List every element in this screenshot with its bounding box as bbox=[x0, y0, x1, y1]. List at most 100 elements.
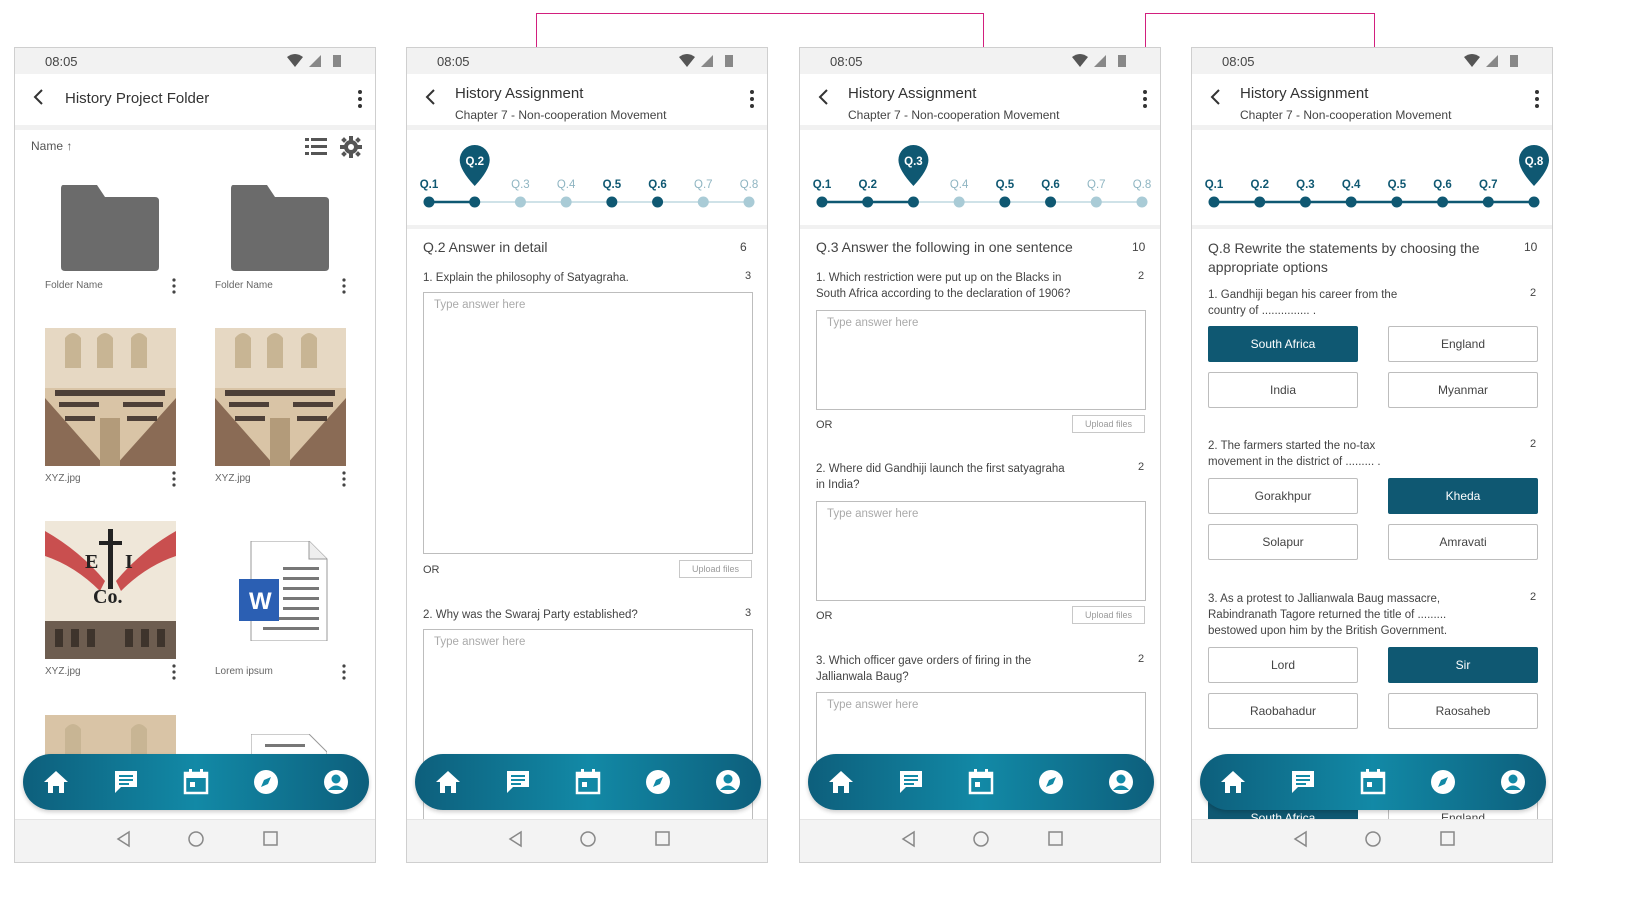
option-button[interactable]: Myanmar bbox=[1388, 372, 1538, 408]
stepper-label[interactable]: Q.7 bbox=[694, 179, 713, 191]
stepper-label[interactable]: Q.4 bbox=[950, 179, 969, 191]
option-button-selected[interactable]: South Africa bbox=[1208, 326, 1358, 362]
image-thumbnail[interactable] bbox=[215, 328, 346, 466]
option-button-selected[interactable]: Sir bbox=[1388, 647, 1538, 683]
item-more-icon[interactable] bbox=[172, 278, 176, 294]
stepper-dot[interactable] bbox=[514, 196, 526, 208]
stepper-dot[interactable] bbox=[1528, 196, 1540, 208]
stepper-dot[interactable] bbox=[999, 196, 1011, 208]
stepper-dot[interactable] bbox=[1437, 196, 1449, 208]
more-options-icon[interactable] bbox=[749, 89, 755, 109]
option-button[interactable]: Lord bbox=[1208, 647, 1358, 683]
back-arrow-icon[interactable] bbox=[814, 87, 834, 107]
stepper-dot[interactable] bbox=[1045, 196, 1057, 208]
home-icon[interactable] bbox=[42, 768, 70, 796]
stepper-label[interactable]: Q.7 bbox=[1479, 179, 1498, 191]
more-options-icon[interactable] bbox=[1534, 89, 1540, 109]
option-button[interactable]: Gorakhpur bbox=[1208, 478, 1358, 514]
stepper-dot[interactable] bbox=[1090, 196, 1102, 208]
stepper-label[interactable]: Q.2 bbox=[1250, 179, 1269, 191]
stepper-dot[interactable] bbox=[953, 196, 965, 208]
answer-input[interactable]: Type answer here bbox=[816, 310, 1146, 410]
option-button[interactable]: Amravati bbox=[1388, 524, 1538, 560]
stepper-label[interactable]: Q.1 bbox=[420, 179, 439, 191]
stepper-dot[interactable] bbox=[1391, 196, 1403, 208]
option-button[interactable]: Raobahadur bbox=[1208, 693, 1358, 729]
answer-input[interactable]: Type answer here bbox=[816, 501, 1146, 601]
image-thumbnail[interactable] bbox=[45, 328, 176, 466]
stepper-label[interactable]: Q.3 bbox=[511, 179, 530, 191]
stepper-dot[interactable] bbox=[652, 196, 664, 208]
nav-recents-icon[interactable] bbox=[1047, 830, 1063, 848]
nav-home-icon[interactable] bbox=[972, 830, 990, 848]
upload-files-button[interactable]: Upload files bbox=[1072, 606, 1145, 624]
stepper-dot[interactable] bbox=[1299, 196, 1311, 208]
item-more-icon[interactable] bbox=[342, 471, 346, 487]
compass-icon[interactable] bbox=[252, 768, 280, 796]
item-more-icon[interactable] bbox=[172, 471, 176, 487]
nav-back-icon[interactable] bbox=[1292, 830, 1308, 848]
nav-back-icon[interactable] bbox=[507, 830, 523, 848]
stepper-label[interactable]: Q.8 bbox=[1133, 179, 1152, 191]
profile-icon[interactable] bbox=[714, 768, 742, 796]
stepper-dot[interactable] bbox=[697, 196, 709, 208]
nav-home-icon[interactable] bbox=[187, 830, 205, 848]
sort-control[interactable]: Name ↑ bbox=[31, 139, 72, 153]
word-document-thumbnail[interactable]: W bbox=[237, 541, 329, 641]
stepper-label[interactable]: Q.4 bbox=[557, 179, 576, 191]
stepper-label[interactable]: Q.1 bbox=[813, 179, 832, 191]
nav-recents-icon[interactable] bbox=[654, 830, 670, 848]
settings-gear-icon[interactable] bbox=[340, 136, 362, 158]
item-more-icon[interactable] bbox=[342, 664, 346, 680]
chat-icon[interactable] bbox=[897, 768, 925, 796]
profile-icon[interactable] bbox=[322, 768, 350, 796]
stepper-dot[interactable] bbox=[469, 196, 481, 208]
item-more-icon[interactable] bbox=[342, 278, 346, 294]
nav-home-icon[interactable] bbox=[1364, 830, 1382, 848]
back-arrow-icon[interactable] bbox=[421, 87, 441, 107]
stepper-label[interactable]: Q.3 bbox=[1296, 179, 1315, 191]
nav-back-icon[interactable] bbox=[115, 830, 131, 848]
stepper-label[interactable]: Q.4 bbox=[1342, 179, 1361, 191]
profile-icon[interactable] bbox=[1107, 768, 1135, 796]
folder-icon[interactable] bbox=[229, 185, 331, 273]
stepper-dot[interactable] bbox=[1254, 196, 1266, 208]
calendar-icon[interactable] bbox=[1359, 768, 1387, 796]
stepper-label[interactable]: Q.6 bbox=[1433, 179, 1452, 191]
image-thumbnail[interactable]: E I Co. bbox=[45, 521, 176, 659]
stepper-dot[interactable] bbox=[816, 196, 828, 208]
option-button[interactable]: Raosaheb bbox=[1388, 693, 1538, 729]
stepper-label[interactable]: Q.1 bbox=[1205, 179, 1224, 191]
stepper-label[interactable]: Q.6 bbox=[648, 179, 667, 191]
chat-icon[interactable] bbox=[504, 768, 532, 796]
option-button-selected[interactable]: Kheda bbox=[1388, 478, 1538, 514]
home-icon[interactable] bbox=[434, 768, 462, 796]
chat-icon[interactable] bbox=[112, 768, 140, 796]
nav-back-icon[interactable] bbox=[900, 830, 916, 848]
stepper-dot[interactable] bbox=[907, 196, 919, 208]
upload-files-button[interactable]: Upload files bbox=[1072, 415, 1145, 433]
upload-files-button[interactable]: Upload files bbox=[679, 560, 752, 578]
nav-recents-icon[interactable] bbox=[1439, 830, 1455, 848]
compass-icon[interactable] bbox=[1429, 768, 1457, 796]
back-arrow-icon[interactable] bbox=[1206, 87, 1226, 107]
home-icon[interactable] bbox=[1219, 768, 1247, 796]
compass-icon[interactable] bbox=[1037, 768, 1065, 796]
stepper-dot[interactable] bbox=[423, 196, 435, 208]
nav-recents-icon[interactable] bbox=[262, 830, 278, 848]
profile-icon[interactable] bbox=[1499, 768, 1527, 796]
stepper-label[interactable]: Q.5 bbox=[996, 179, 1015, 191]
nav-home-icon[interactable] bbox=[579, 830, 597, 848]
option-button[interactable]: India bbox=[1208, 372, 1358, 408]
answer-input[interactable]: Type answer here bbox=[423, 292, 753, 554]
stepper-dot[interactable] bbox=[1482, 196, 1494, 208]
stepper-dot[interactable] bbox=[560, 196, 572, 208]
calendar-icon[interactable] bbox=[967, 768, 995, 796]
stepper-label[interactable]: Q.8 bbox=[740, 179, 759, 191]
stepper-label[interactable]: Q.5 bbox=[603, 179, 622, 191]
calendar-icon[interactable] bbox=[574, 768, 602, 796]
stepper-label[interactable]: Q.2 bbox=[858, 179, 877, 191]
stepper-dot[interactable] bbox=[1345, 196, 1357, 208]
list-view-icon[interactable] bbox=[305, 137, 327, 157]
item-more-icon[interactable] bbox=[172, 664, 176, 680]
